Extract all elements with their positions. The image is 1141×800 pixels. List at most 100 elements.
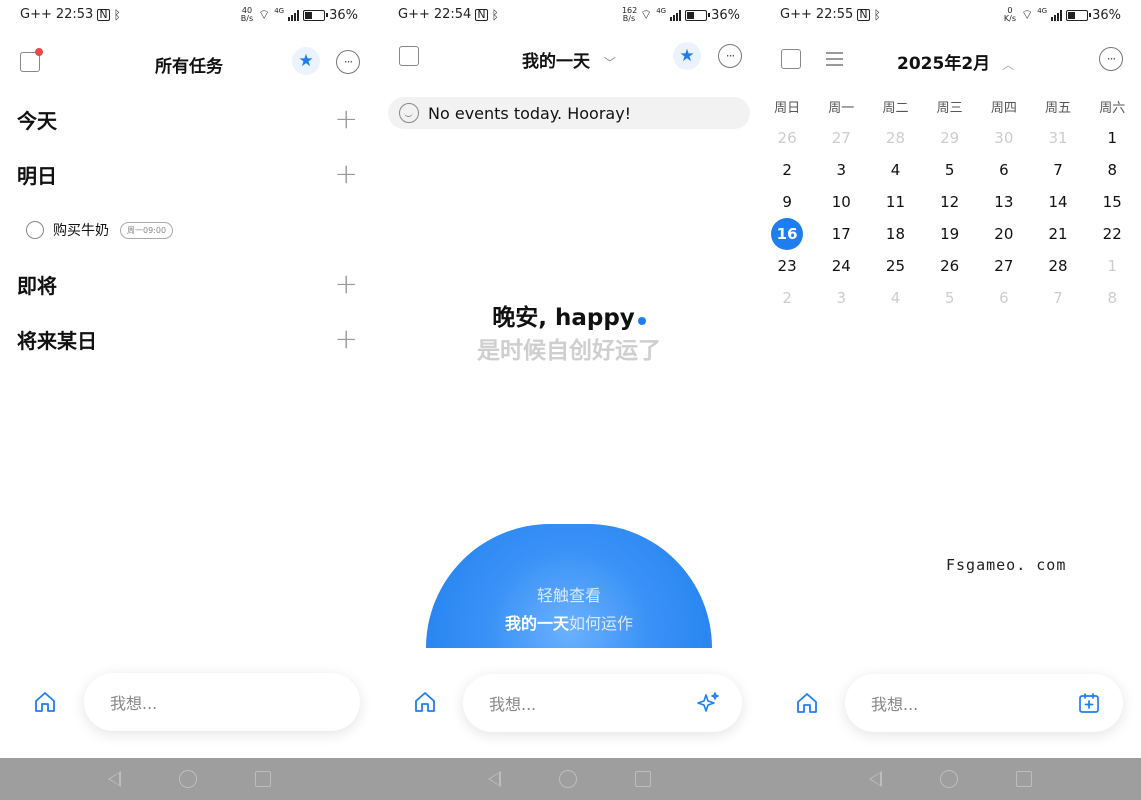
more-icon[interactable]: ··· bbox=[718, 44, 742, 68]
task-item[interactable]: 购买牛奶 周一09:00 bbox=[26, 220, 174, 240]
add-icon[interactable]: + bbox=[335, 270, 358, 298]
calendar-day[interactable]: 2 bbox=[760, 289, 814, 307]
net-speed: 0 K/s bbox=[1003, 6, 1017, 23]
home-icon[interactable] bbox=[413, 690, 437, 714]
system-nav-bar bbox=[760, 758, 1141, 800]
select-mode-button[interactable] bbox=[399, 46, 419, 66]
calendar-day[interactable]: 8 bbox=[1085, 289, 1139, 307]
day-number: 28 bbox=[1048, 257, 1068, 275]
calendar-day[interactable]: 14 bbox=[1031, 193, 1085, 211]
calendar-week-row: 2 3 4 5 6 7 8 bbox=[760, 154, 1141, 186]
calendar-day[interactable]: 5 bbox=[923, 161, 977, 179]
calendar-day[interactable]: 20 bbox=[977, 225, 1031, 243]
smile-icon bbox=[399, 103, 419, 123]
day-number: 13 bbox=[994, 193, 1014, 211]
back-icon[interactable] bbox=[869, 771, 882, 787]
task-input[interactable]: 我想... bbox=[84, 673, 360, 731]
section-title: 明日 bbox=[17, 163, 57, 188]
back-icon[interactable] bbox=[107, 771, 121, 787]
star-icon[interactable]: ★ bbox=[292, 47, 320, 75]
calendar-day[interactable]: 7 bbox=[1031, 289, 1085, 307]
calendar-day[interactable]: 6 bbox=[977, 161, 1031, 179]
home-icon[interactable] bbox=[33, 690, 57, 714]
weekday-label: 周日 bbox=[774, 100, 801, 116]
task-checkbox[interactable] bbox=[26, 221, 44, 239]
calendar-day[interactable]: 2 bbox=[760, 161, 814, 179]
calendar-day[interactable]: 4 bbox=[868, 161, 922, 179]
day-number: 21 bbox=[1048, 225, 1068, 243]
calendar-day[interactable]: 26 bbox=[923, 257, 977, 275]
more-icon[interactable]: ··· bbox=[1099, 47, 1123, 71]
home-nav-icon[interactable] bbox=[178, 770, 197, 788]
recents-icon[interactable] bbox=[634, 771, 651, 787]
calendar-day[interactable]: 27 bbox=[814, 129, 868, 147]
home-nav-icon[interactable] bbox=[940, 770, 958, 788]
chevron-up-icon: ︿ bbox=[1002, 58, 1015, 72]
back-icon[interactable] bbox=[487, 771, 501, 787]
my-day-intro-button[interactable]: 轻触查看 我的一天如何运作 bbox=[426, 524, 712, 648]
day-number: 31 bbox=[1048, 129, 1068, 147]
calendar-day[interactable]: 19 bbox=[923, 225, 977, 243]
calendar-day[interactable]: 6 bbox=[977, 289, 1031, 307]
calendar-day-today[interactable]: 16 bbox=[760, 218, 814, 250]
add-icon[interactable]: + bbox=[335, 105, 358, 133]
star-icon[interactable]: ★ bbox=[673, 42, 701, 70]
network-type: 4G bbox=[656, 7, 667, 15]
calendar-day[interactable]: 10 bbox=[814, 193, 868, 211]
page-title: 我的一天 bbox=[522, 52, 590, 72]
calendar-day[interactable]: 30 bbox=[977, 129, 1031, 147]
calendar-day[interactable]: 5 bbox=[923, 289, 977, 307]
status-bar: G++ 22:53 N ᛒ 40 B/s ⌔ 4G 36% bbox=[0, 6, 378, 26]
weekday-label: 周五 bbox=[1045, 100, 1072, 116]
task-input[interactable]: 我想... bbox=[845, 674, 1123, 732]
events-text: No events today. Hooray! bbox=[428, 103, 632, 123]
today-marker: 16 bbox=[771, 218, 804, 250]
calendar-day[interactable]: 21 bbox=[1031, 225, 1085, 243]
menu-icon[interactable] bbox=[826, 52, 843, 70]
section-title: 将来某日 bbox=[17, 328, 97, 353]
home-nav-icon[interactable] bbox=[558, 770, 577, 788]
calendar-day[interactable]: 3 bbox=[814, 161, 868, 179]
more-icon[interactable]: ··· bbox=[336, 50, 360, 74]
dome-line-2: 我的一天如何运作 bbox=[504, 614, 634, 633]
calendar-day[interactable]: 13 bbox=[977, 193, 1031, 211]
calendar-day[interactable]: 28 bbox=[1031, 257, 1085, 275]
recents-icon[interactable] bbox=[254, 771, 271, 787]
battery-level: 36% bbox=[1092, 7, 1121, 23]
calendar-day[interactable]: 7 bbox=[1031, 161, 1085, 179]
calendar-day[interactable]: 22 bbox=[1085, 225, 1139, 243]
calendar-day[interactable]: 8 bbox=[1085, 161, 1139, 179]
calendar-day[interactable]: 9 bbox=[760, 193, 814, 211]
calendar-day[interactable]: 31 bbox=[1031, 129, 1085, 147]
home-icon[interactable] bbox=[795, 691, 819, 715]
day-number: 8 bbox=[1107, 289, 1117, 307]
calendar-day[interactable]: 1 bbox=[1085, 257, 1139, 275]
calendar-day[interactable]: 1 bbox=[1085, 129, 1139, 147]
calendar-day[interactable]: 23 bbox=[760, 257, 814, 275]
task-input[interactable]: 我想... bbox=[463, 674, 742, 732]
calendar-add-icon[interactable] bbox=[1077, 691, 1101, 715]
day-number: 29 bbox=[940, 129, 960, 147]
calendar-day[interactable]: 3 bbox=[814, 289, 868, 307]
status-bar: G++ 22:54 N ᛒ 162 B/s ⌔ 4G 36% bbox=[378, 6, 760, 26]
view-switcher[interactable]: 我的一天 ﹀ bbox=[522, 47, 616, 72]
add-icon[interactable]: + bbox=[335, 325, 358, 353]
calendar-day[interactable]: 24 bbox=[814, 257, 868, 275]
calendar-day[interactable]: 18 bbox=[868, 225, 922, 243]
day-number: 4 bbox=[890, 161, 901, 179]
calendar-day[interactable]: 26 bbox=[760, 129, 814, 147]
calendar-day[interactable]: 27 bbox=[977, 257, 1031, 275]
calendar-day[interactable]: 29 bbox=[923, 129, 977, 147]
select-mode-button[interactable] bbox=[781, 49, 801, 69]
calendar-day[interactable]: 25 bbox=[868, 257, 922, 275]
calendar-day[interactable]: 4 bbox=[868, 289, 922, 307]
calendar-day[interactable]: 28 bbox=[868, 129, 922, 147]
month-switcher[interactable]: 2025年2月 ︿ bbox=[897, 49, 1014, 74]
sparkle-icon[interactable] bbox=[696, 691, 720, 715]
calendar-day[interactable]: 11 bbox=[868, 193, 922, 211]
recents-icon[interactable] bbox=[1016, 771, 1032, 787]
calendar-day[interactable]: 12 bbox=[923, 193, 977, 211]
add-icon[interactable]: + bbox=[335, 160, 358, 188]
calendar-day[interactable]: 15 bbox=[1085, 193, 1139, 211]
calendar-day[interactable]: 17 bbox=[814, 225, 868, 243]
